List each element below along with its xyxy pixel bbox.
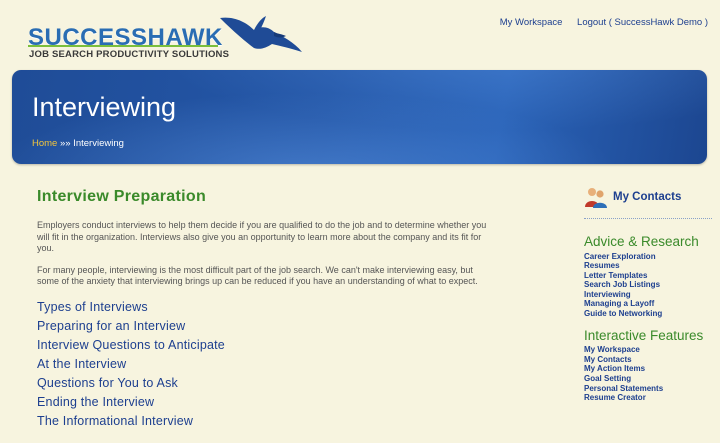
hawk-logo-icon <box>220 16 302 52</box>
sidebar-heading-interactive: Interactive Features <box>584 327 704 343</box>
logo-wordmark: SUCCESSHAWK <box>28 24 223 51</box>
logo-swoosh <box>28 45 218 47</box>
topic-link-questions-anticipate[interactable]: Interview Questions to Anticipate <box>37 336 497 355</box>
topic-link-ending[interactable]: Ending the Interview <box>37 393 497 412</box>
logout-link[interactable]: Logout ( SuccessHawk Demo ) <box>577 17 708 28</box>
sidebar-divider <box>584 218 712 219</box>
breadcrumb: Home »» Interviewing <box>32 138 124 149</box>
sidebar-item-search-job-listings[interactable]: Search Job Listings <box>584 280 714 290</box>
topic-link-preparing[interactable]: Preparing for an Interview <box>37 317 497 336</box>
sidebar-item-personal-statements[interactable]: Personal Statements <box>584 384 714 394</box>
breadcrumb-separator: »» <box>57 138 74 149</box>
topic-link-questions-to-ask[interactable]: Questions for You to Ask <box>37 374 497 393</box>
sidebar-item-career-exploration[interactable]: Career Exploration <box>584 252 714 262</box>
sidebar-item-letter-templates[interactable]: Letter Templates <box>584 271 714 281</box>
breadcrumb-home-link[interactable]: Home <box>32 138 57 149</box>
topic-link-informational[interactable]: The Informational Interview <box>37 412 497 431</box>
page-title: Interviewing <box>32 92 177 122</box>
sidebar-item-resumes[interactable]: Resumes <box>584 261 714 271</box>
sidebar-item-guide-networking[interactable]: Guide to Networking <box>584 309 714 319</box>
sidebar-list-interactive: My Workspace My Contacts My Action Items… <box>584 345 714 403</box>
top-links: My Workspace Logout ( SuccessHawk Demo ) <box>488 17 708 28</box>
sidebar-list-advice: Career Exploration Resumes Letter Templa… <box>584 252 714 319</box>
contacts-people-icon <box>585 188 607 208</box>
page-banner: Interviewing Home »» Interviewing <box>12 70 707 164</box>
sidebar-item-my-action-items[interactable]: My Action Items <box>584 364 714 374</box>
sidebar-item-my-contacts[interactable]: My Contacts <box>584 355 714 365</box>
my-workspace-link[interactable]: My Workspace <box>500 17 563 28</box>
main-content: Interview Preparation Employers conduct … <box>37 188 497 431</box>
topic-link-types[interactable]: Types of Interviews <box>37 298 497 317</box>
my-contacts-widget[interactable]: My Contacts <box>584 184 714 210</box>
sidebar-item-goal-setting[interactable]: Goal Setting <box>584 374 714 384</box>
sidebar-heading-advice: Advice & Research <box>584 234 699 249</box>
logo-tagline: JOB SEARCH PRODUCTIVITY SOLUTIONS <box>29 49 230 60</box>
my-contacts-link[interactable]: My Contacts <box>613 191 681 203</box>
breadcrumb-current: Interviewing <box>73 138 124 149</box>
sidebar-item-interviewing[interactable]: Interviewing <box>584 290 714 300</box>
successhawk-logo[interactable]: SUCCESSHAWK JOB SEARCH PRODUCTIVITY SOLU… <box>28 12 302 64</box>
section-heading: Interview Preparation <box>37 188 207 205</box>
topic-links: Types of Interviews Preparing for an Int… <box>37 298 497 431</box>
topic-link-at-interview[interactable]: At the Interview <box>37 355 497 374</box>
intro-paragraph: Employers conduct interviews to help the… <box>37 220 487 253</box>
sidebar: My Contacts Advice & Research Career Exp… <box>584 184 714 403</box>
sidebar-item-my-workspace[interactable]: My Workspace <box>584 345 714 355</box>
intro-paragraph: For many people, interviewing is the mos… <box>37 264 478 287</box>
sidebar-item-resume-creator[interactable]: Resume Creator <box>584 393 714 403</box>
sidebar-item-managing-layoff[interactable]: Managing a Layoff <box>584 299 714 309</box>
